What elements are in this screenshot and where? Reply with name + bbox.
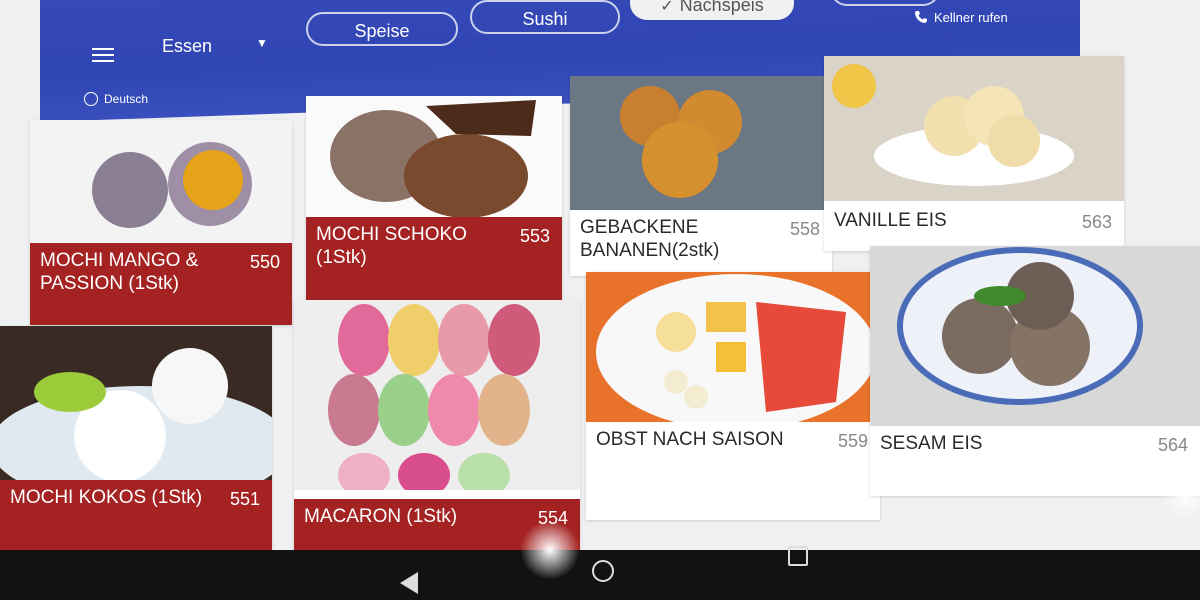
menu-item-caption: OBST NACH SAISON 559 [586, 422, 880, 520]
tab-speise[interactable]: Speise [306, 12, 458, 46]
menu-item-caption: MOCHI SCHOKO (1Stk) 553 [306, 217, 562, 301]
tab-label: Nachspeis [679, 0, 764, 15]
menu-item-caption: GEBACKENE BANANEN(2stk) 558 [570, 210, 832, 276]
back-icon[interactable] [400, 572, 418, 594]
home-icon[interactable] [592, 560, 614, 582]
tablet-screen: Essen ▼ Speise Sushi ✓ Nachspeis Kellner … [0, 0, 1200, 600]
sesam-eis-image [870, 246, 1200, 426]
gebackene-bananen-image [570, 76, 832, 211]
mochi-mango-image [30, 120, 292, 260]
menu-item-name: VANILLE EIS [834, 210, 947, 231]
menu-item-caption: SESAM EIS 564 [870, 426, 1200, 496]
call-waiter-button[interactable]: Kellner rufen [914, 10, 1008, 25]
menu-item-name: MOCHI KOKOS (1Stk) [10, 487, 203, 508]
obst-nach-saison-image [586, 272, 880, 422]
menu-item-number: 551 [229, 489, 260, 509]
menu-item-number: 550 [249, 252, 280, 272]
menu-item-caption: VANILLE EIS 563 [824, 203, 1124, 251]
tab-label: Sushi [522, 9, 568, 29]
language-selector[interactable]: Deutsch [84, 92, 148, 106]
phone-icon [915, 11, 927, 23]
menu-item-name: MACARON (1Stk) [304, 506, 458, 527]
macaron-image [294, 300, 580, 490]
chevron-down-icon[interactable]: ▼ [256, 36, 268, 50]
menu-item-number: 554 [537, 508, 568, 528]
tab-sushi[interactable]: Sushi [470, 0, 620, 34]
menu-item-number: 558 [789, 219, 820, 239]
menu-item-name: SESAM EIS [880, 433, 983, 454]
tab-label: Speise [354, 21, 410, 41]
category-select[interactable]: Essen [162, 36, 212, 57]
menu-item-number: 564 [1157, 435, 1188, 455]
menu-item-name: GEBACKENE BANANEN(2stk) [580, 217, 720, 261]
menu-item-card[interactable]: SESAM EIS 564 [870, 246, 1200, 496]
menu-item-name: OBST NACH SAISON [596, 429, 784, 450]
language-label: Deutsch [104, 92, 149, 106]
menu-item-card[interactable]: MOCHI MANGO & PASSION (1Stk) 550 [30, 120, 292, 325]
mochi-schoko-image [306, 96, 562, 236]
menu-item-card[interactable]: MACARON (1Stk) 554 [294, 300, 580, 555]
menu-item-card[interactable]: GEBACKENE BANANEN(2stk) 558 [570, 76, 832, 276]
recent-apps-icon[interactable] [788, 546, 808, 566]
vanille-eis-image [824, 56, 1124, 201]
menu-item-name: MOCHI MANGO & PASSION (1Stk) [40, 250, 199, 294]
menu-item-number: 553 [519, 226, 550, 246]
menu-item-name: MOCHI SCHOKO (1Stk) [316, 224, 467, 268]
mochi-kokos-image [0, 326, 272, 486]
menu-item-card[interactable]: MOCHI SCHOKO (1Stk) 553 [306, 96, 562, 301]
call-waiter-label: Kellner rufen [934, 10, 1008, 25]
menu-item-card[interactable]: VANILLE EIS 563 [824, 56, 1124, 251]
menu-item-card[interactable]: MOCHI KOKOS (1Stk) 551 [0, 326, 272, 576]
menu-item-card[interactable]: OBST NACH SAISON 559 [586, 272, 880, 520]
menu-item-number: 563 [1081, 212, 1112, 232]
tab-nachspeis[interactable]: ✓ Nachspeis [630, 0, 794, 20]
hamburger-menu-icon[interactable] [92, 48, 114, 64]
check-icon: ✓ [660, 0, 674, 15]
menu-item-caption: MOCHI MANGO & PASSION (1Stk) 550 [30, 243, 292, 325]
menu-item-caption: MACARON (1Stk) 554 [294, 499, 580, 555]
globe-icon [84, 92, 98, 106]
menu-item-number: 559 [837, 431, 868, 451]
tab-overflow[interactable] [830, 0, 940, 6]
